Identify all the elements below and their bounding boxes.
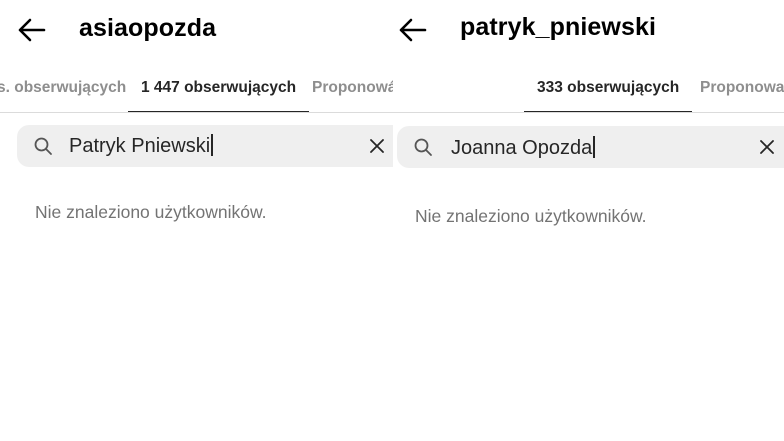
search-input[interactable]: Patryk Pniewski bbox=[17, 125, 393, 167]
tab-divider bbox=[393, 112, 784, 113]
profile-header: patryk_pniewski bbox=[393, 0, 784, 62]
search-query: Patryk Pniewski bbox=[69, 134, 213, 158]
search-query-text: Joanna Opozda bbox=[451, 137, 593, 159]
tab-followers[interactable]: 333 obserwujących bbox=[524, 74, 693, 112]
right-screenshot-panel: patryk_pniewski 333 obserwujących Propon… bbox=[393, 0, 784, 441]
back-arrow-icon[interactable] bbox=[16, 16, 48, 44]
close-icon[interactable] bbox=[369, 138, 385, 154]
close-icon[interactable] bbox=[759, 139, 775, 155]
search-icon bbox=[413, 137, 433, 157]
back-arrow-icon[interactable] bbox=[397, 16, 429, 44]
search-input[interactable]: Joanna Opozda bbox=[397, 126, 784, 168]
tab-mutual-followers[interactable]: s. obserwujących bbox=[0, 74, 126, 112]
search-icon bbox=[33, 136, 53, 156]
text-caret bbox=[211, 134, 213, 156]
search-query: Joanna Opozda bbox=[451, 136, 595, 160]
tab-suggested[interactable]: Proponowa bbox=[700, 74, 784, 112]
profile-username: asiaopozda bbox=[79, 14, 217, 42]
no-results-message: Nie znaleziono użytkowników. bbox=[415, 206, 647, 226]
no-results-message: Nie znaleziono użytkowników. bbox=[35, 202, 267, 222]
text-caret bbox=[593, 136, 595, 158]
tab-followers[interactable]: 1 447 obserwujących bbox=[128, 74, 310, 112]
tab-divider bbox=[0, 112, 393, 113]
profile-username: patryk_pniewski bbox=[460, 13, 657, 41]
search-query-text: Patryk Pniewski bbox=[69, 135, 211, 157]
profile-header: asiaopozda bbox=[0, 0, 393, 62]
tab-suggested[interactable]: Proponowá. obserwujących bbox=[312, 74, 393, 112]
left-screenshot-panel: asiaopozda s. obserwujących 1 447 obserw… bbox=[0, 0, 393, 441]
